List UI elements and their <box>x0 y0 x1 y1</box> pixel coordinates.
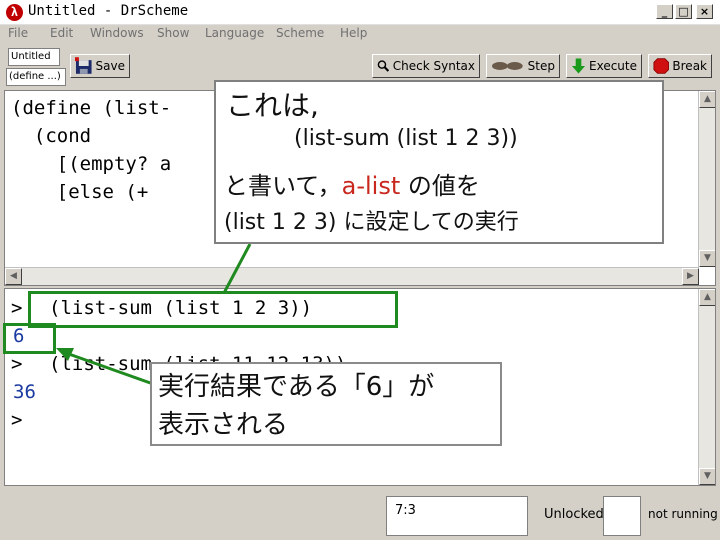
callout-top-line-1: これは, <box>226 89 319 122</box>
bottom-callout-pointer <box>65 351 157 387</box>
running-status: not running <box>648 507 718 521</box>
status-bar: 7:3 Unlocked not running <box>0 488 720 540</box>
callout-bottom-line-1: 実行結果である「6」が <box>158 372 435 402</box>
explanation-callout-bottom: 実行結果である「6」が 表示される <box>150 362 502 446</box>
top-callout-pointer <box>222 243 252 294</box>
callout-top-line-2: (list-sum (list 1 2 3)) <box>294 126 518 151</box>
callout-top-line-3-post: の値を <box>407 172 480 200</box>
lock-status[interactable]: Unlocked <box>544 507 604 522</box>
callout-top-highlight: a-list <box>341 172 401 200</box>
gc-indicator <box>603 496 641 536</box>
callout-top-line-3: と書いて，a-list の値を <box>224 166 480 201</box>
callout-top-line-3-pre: と書いて， <box>224 172 342 200</box>
callout-bottom-line-2: 表示される <box>158 410 289 440</box>
cursor-position: 7:3 <box>386 496 528 536</box>
explanation-callout-top: これは, (list-sum (list 1 2 3)) と書いて，a-list… <box>214 80 664 244</box>
callout-top-line-4: (list 1 2 3) に設定しての実行 <box>224 210 519 235</box>
